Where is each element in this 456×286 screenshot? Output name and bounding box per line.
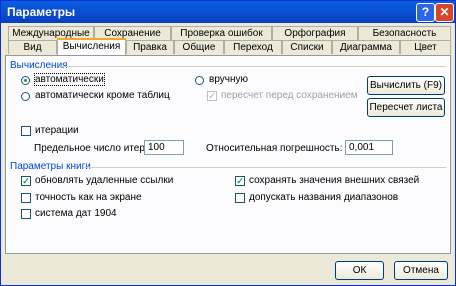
tab-edit[interactable]: Правка (126, 40, 174, 54)
tab-chart[interactable]: Диаграмма (332, 40, 400, 54)
help-button[interactable]: ? (416, 3, 435, 22)
calculation-section-title: Вычисления (10, 60, 68, 71)
max-change-input[interactable]: 0,001 (345, 140, 393, 155)
tab-security[interactable]: Безопасность (358, 26, 451, 40)
accept-labels-checkbox[interactable] (235, 193, 245, 203)
max-iterations-input[interactable]: 100 (144, 140, 184, 155)
close-button[interactable]: ✕ (435, 3, 454, 22)
precision-as-displayed-checkbox[interactable] (21, 193, 31, 203)
calculation-divider (61, 66, 446, 67)
radio-manual-label: вручную (209, 74, 248, 85)
tab-spelling[interactable]: Орфография (272, 26, 358, 40)
radio-automatic[interactable] (21, 76, 30, 85)
iteration-label: итерации (35, 125, 79, 136)
precision-as-displayed-label: точность как на экране (35, 192, 142, 203)
radio-auto-except-tables-label: автоматически кроме таблиц (35, 90, 170, 101)
tab-color[interactable]: Цвет (400, 40, 451, 54)
radio-automatic-label: автоматически (34, 73, 105, 86)
date-1904-checkbox[interactable] (21, 209, 31, 219)
workbook-section-title: Параметры книги (10, 161, 91, 172)
tab-error-checking[interactable]: Проверка ошибок (171, 26, 272, 40)
ok-button[interactable]: ОК (335, 261, 384, 280)
tab-view[interactable]: Вид (8, 40, 57, 54)
tab-transition[interactable]: Переход (224, 40, 282, 54)
dialog-title: Параметры (7, 5, 76, 19)
radio-manual[interactable] (195, 76, 204, 85)
accept-labels-label: допускать названия диапазонов (249, 192, 399, 203)
update-links-checkbox[interactable]: ✓ (21, 176, 31, 186)
calculate-now-button[interactable]: Вычислить (F9) (367, 76, 445, 95)
title-bar[interactable]: Параметры ? ✕ (1, 1, 455, 23)
tab-lists[interactable]: Списки (282, 40, 332, 54)
iteration-checkbox[interactable] (21, 126, 31, 136)
radio-auto-except-tables[interactable] (21, 92, 30, 101)
calculate-sheet-button[interactable]: Пересчет листа (367, 98, 445, 117)
tab-general[interactable]: Общие (174, 40, 224, 54)
recalc-before-save-label: пересчет перед сохранением (221, 90, 358, 101)
save-external-values-label: сохранять значения внешних связей (249, 175, 420, 186)
recalc-before-save-checkbox[interactable]: ✓ (207, 91, 217, 101)
workbook-divider (84, 167, 446, 168)
date-1904-label: система дат 1904 (35, 208, 117, 219)
save-external-values-checkbox[interactable]: ✓ (235, 176, 245, 186)
tab-calculation[interactable]: Вычисления (57, 38, 126, 55)
calculation-panel: Вычисления автоматически автоматически к… (5, 55, 451, 254)
cancel-button[interactable]: Отмена (394, 261, 448, 280)
options-dialog: Параметры ? ✕ Международные Сохранение П… (0, 0, 456, 286)
update-links-label: обновлять удаленные ссылки (35, 175, 174, 186)
max-change-label: Относительная погрешность: (206, 143, 343, 154)
